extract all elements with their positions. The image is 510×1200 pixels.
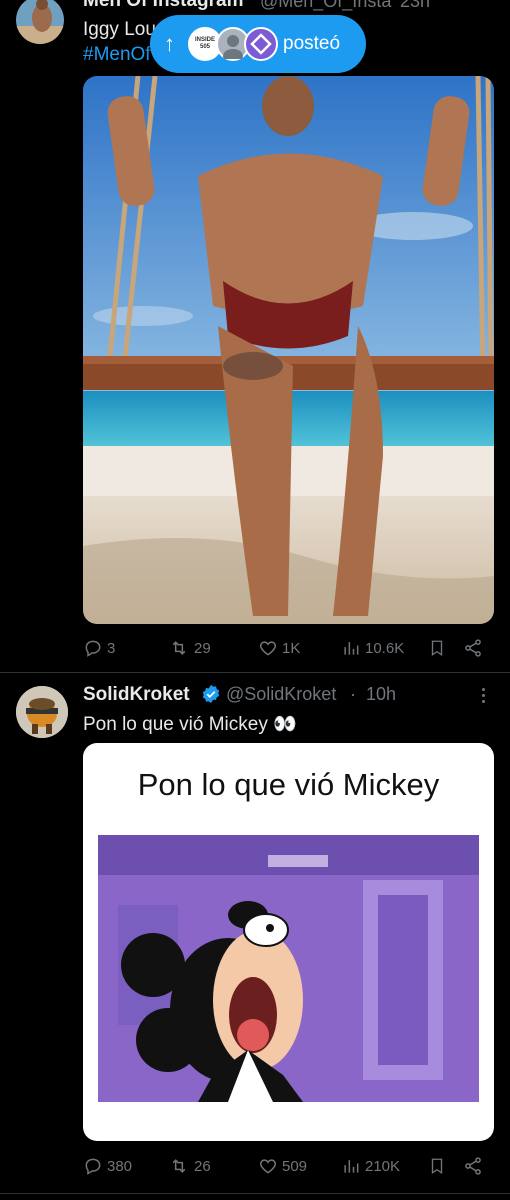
repost-icon xyxy=(172,1159,186,1173)
post-text: Iggy Lou xyxy=(83,19,156,40)
repost-button[interactable]: 26 xyxy=(168,1156,211,1176)
repost-icon xyxy=(172,641,186,655)
bookmark-icon xyxy=(431,1158,443,1175)
reply-button[interactable]: 380 xyxy=(83,1156,132,1176)
post-image[interactable] xyxy=(83,76,494,624)
heart-icon xyxy=(259,1159,277,1174)
views-icon xyxy=(344,1160,359,1173)
views-count: 10.6K xyxy=(365,639,405,657)
reply-count: 380 xyxy=(107,1157,133,1175)
heart-icon xyxy=(259,641,277,656)
views-icon xyxy=(344,642,359,655)
post-divider xyxy=(0,672,510,673)
reply-count: 3 xyxy=(107,639,116,657)
repost-count: 29 xyxy=(194,639,211,657)
post-actions-bar: 380 26 509 210K xyxy=(83,1154,494,1178)
verified-badge-icon xyxy=(201,684,221,709)
author-handle[interactable]: @SolidKroket xyxy=(226,684,336,705)
views-count: 210K xyxy=(365,1157,401,1175)
repost-count: 26 xyxy=(194,1157,211,1175)
author-handle[interactable]: @Men_Of_Insta xyxy=(260,0,391,12)
pill-label: posteó xyxy=(283,33,341,54)
avatar-solidkroket[interactable] xyxy=(16,686,68,738)
meme-illustration xyxy=(98,835,479,1102)
hashtag-link[interactable]: #MenOf xyxy=(83,44,151,66)
arrow-up-icon: ↑ xyxy=(164,31,175,56)
post-time[interactable]: 23h xyxy=(400,0,430,12)
author-name[interactable]: Men Of Instagram xyxy=(83,0,243,12)
new-posts-pill[interactable]: ↑ INSIDE 505 posteó xyxy=(150,15,366,73)
share-button[interactable] xyxy=(463,638,483,658)
share-button[interactable] xyxy=(463,1156,483,1176)
like-button[interactable]: 1K xyxy=(258,638,300,658)
like-count: 1K xyxy=(282,639,301,657)
share-icon xyxy=(465,1157,481,1175)
reply-icon xyxy=(85,640,101,657)
pill-avatar-3 xyxy=(244,27,278,61)
post-text: Pon lo que vió Mickey 👀 xyxy=(83,714,297,735)
post-image[interactable]: Pon lo que vió Mickey xyxy=(83,743,494,1141)
post-time[interactable]: 10h xyxy=(366,684,396,705)
like-button[interactable]: 509 xyxy=(258,1156,307,1176)
post-actions-bar: 3 29 1K 10.6K xyxy=(83,636,494,660)
views-button[interactable]: 10.6K xyxy=(341,638,404,658)
pill-avatar-text: INSIDE 505 xyxy=(194,37,215,50)
reply-button[interactable]: 3 xyxy=(83,638,115,658)
bookmark-icon xyxy=(431,640,443,657)
post-divider xyxy=(0,1193,510,1194)
repost-button[interactable]: 29 xyxy=(168,638,211,658)
handle-time-separator: · xyxy=(350,684,356,704)
avatar-men-of-instagram[interactable] xyxy=(16,0,64,44)
reply-icon xyxy=(85,1158,101,1175)
meme-caption: Pon lo que vió Mickey xyxy=(137,767,440,802)
author-name[interactable]: SolidKroket xyxy=(83,684,190,706)
bookmark-button[interactable] xyxy=(428,1156,446,1176)
like-count: 509 xyxy=(282,1157,308,1175)
bookmark-button[interactable] xyxy=(428,638,446,658)
share-icon xyxy=(465,639,481,657)
more-options-icon[interactable] xyxy=(482,688,485,703)
views-button[interactable]: 210K xyxy=(341,1156,400,1176)
